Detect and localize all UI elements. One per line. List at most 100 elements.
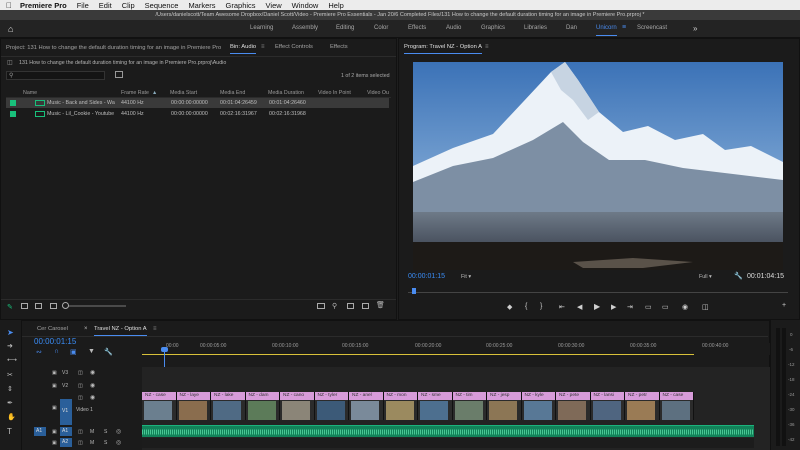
menu-app-name[interactable]: Premiere Pro (20, 1, 67, 10)
video-clip[interactable]: NZ - petr (625, 392, 660, 420)
video-clip[interactable]: NZ - tim (452, 392, 487, 420)
video-clip[interactable]: NZ - dam (245, 392, 280, 420)
tab-travel-nz[interactable]: Travel NZ - Option A (94, 326, 147, 336)
menu-graphics[interactable]: Graphics (226, 1, 256, 10)
track-a1-target[interactable]: A1 (60, 427, 72, 436)
workspace-unicorn[interactable]: Unicorn (596, 25, 617, 36)
mark-in-icon[interactable]: { (525, 303, 527, 310)
video-clip[interactable]: NZ - laye (176, 392, 211, 420)
sync-icon[interactable]: ◫ (78, 429, 83, 435)
type-tool-icon[interactable]: T (7, 427, 12, 436)
apple-icon[interactable]:  (6, 1, 14, 10)
col-video-out[interactable]: Video Ou (367, 90, 389, 96)
menu-sequence[interactable]: Sequence (145, 1, 179, 10)
go-to-in-icon[interactable]: ⇤ (559, 303, 565, 311)
sort-up-icon[interactable]: ▲ (152, 90, 157, 96)
mute-button[interactable]: M (90, 429, 94, 435)
lock-icon[interactable]: ▣ (52, 405, 57, 411)
new-item-icon[interactable] (362, 303, 369, 309)
solo-button[interactable]: S (104, 440, 107, 446)
video-clip[interactable]: NZ - jesp (487, 392, 522, 420)
wrench-icon[interactable]: 🔧 (104, 348, 113, 356)
video-clip[interactable]: NZ - pete (556, 392, 591, 420)
marker-add-icon[interactable]: ▼ (88, 348, 95, 355)
microphone-icon[interactable]: ◎ (116, 428, 121, 435)
video-clip[interactable]: NZ - sme (418, 392, 453, 420)
track-v2-label[interactable]: V2 (62, 383, 68, 389)
snap-icon[interactable]: ∾ (36, 348, 42, 356)
track-v3-label[interactable]: V3 (62, 370, 68, 376)
magnet-icon[interactable]: ∩ (54, 348, 59, 355)
work-area-bar[interactable] (142, 354, 694, 355)
source-a1-patch[interactable]: A1 (34, 427, 46, 436)
home-icon[interactable]: ⌂ (8, 24, 18, 34)
video-clip[interactable]: NZ - mon (383, 392, 418, 420)
workspace-effects[interactable]: Effects (408, 25, 426, 31)
col-media-end[interactable]: Media End (220, 90, 245, 96)
hand-icon[interactable]: ✋ (7, 413, 16, 421)
tab-bin-audio[interactable]: Bin: Audio (230, 44, 257, 54)
lock-icon[interactable]: ▣ (52, 440, 57, 446)
freeform-view-icon[interactable] (50, 303, 57, 309)
slip-icon[interactable]: ⇕ (7, 385, 13, 393)
workspace-screencast[interactable]: Screencast (637, 25, 667, 31)
video-clip[interactable]: NZ - case (142, 392, 177, 420)
razor-icon[interactable]: ✂ (7, 371, 13, 379)
solo-button[interactable]: S (104, 429, 107, 435)
program-video-frame[interactable] (413, 62, 783, 270)
menu-markers[interactable]: Markers (188, 1, 215, 10)
eye-icon[interactable]: ◉ (90, 382, 95, 389)
sync-icon[interactable]: ◫ (78, 383, 83, 389)
workspace-libraries[interactable]: Libraries (524, 25, 547, 31)
go-to-out-icon[interactable]: ⇥ (627, 303, 633, 311)
close-icon[interactable]: × (84, 326, 88, 332)
program-current-timecode[interactable]: 00:00:01:15 (408, 273, 445, 280)
new-bin-icon[interactable] (347, 303, 354, 309)
eye-icon[interactable]: ◉ (90, 394, 95, 401)
list-view-icon[interactable] (21, 303, 28, 309)
track-a2-target[interactable]: A2 (60, 438, 72, 447)
tab-menu-icon[interactable]: ≡ (153, 326, 157, 332)
quality-select[interactable]: Full ▾ (699, 274, 712, 280)
lock-icon[interactable]: ▣ (52, 370, 57, 376)
step-back-icon[interactable]: ◀ (577, 303, 582, 311)
mute-button[interactable]: M (90, 440, 94, 446)
bin-icon[interactable] (317, 303, 325, 309)
menu-help[interactable]: Help (328, 1, 343, 10)
step-forward-icon[interactable]: ▶ (611, 303, 616, 311)
playhead-handle-icon[interactable] (161, 347, 168, 352)
playhead-icon[interactable] (412, 288, 416, 294)
audio-track-a2[interactable] (142, 438, 754, 448)
col-video-in-point[interactable]: Video In Point (318, 90, 351, 96)
tab-effects[interactable]: Effects (330, 44, 348, 50)
zoom-slider[interactable] (62, 302, 126, 309)
video-clip[interactable]: NZ - lansi (590, 392, 625, 420)
program-scrub-bar[interactable] (408, 288, 788, 294)
menu-edit[interactable]: Edit (99, 1, 112, 10)
workspace-graphics[interactable]: Graphics (481, 25, 505, 31)
sync-icon[interactable]: ◫ (78, 370, 83, 376)
ripple-edit-icon[interactable]: ⟷ (7, 356, 17, 364)
marker-icon[interactable]: ◆ (507, 303, 512, 311)
workspace-assembly[interactable]: Assembly (292, 25, 318, 31)
audio-clip[interactable] (142, 425, 754, 437)
play-icon[interactable]: ▶ (594, 302, 600, 311)
wrench-icon[interactable]: 🔧 (734, 272, 743, 280)
sync-icon[interactable]: ◫ (78, 440, 83, 446)
search-icon[interactable]: ⚲ (332, 302, 337, 310)
pen-icon[interactable]: ✒ (7, 399, 13, 407)
mark-out-icon[interactable]: } (540, 303, 542, 310)
col-frame-rate[interactable]: Frame Rate (121, 90, 149, 96)
video-clip[interactable]: NZ - cano (280, 392, 315, 420)
sync-icon[interactable]: ◫ (78, 395, 83, 401)
search-input[interactable]: ⚲ (6, 71, 105, 80)
slider-handle[interactable] (62, 302, 69, 309)
comparison-icon[interactable]: ◫ (702, 303, 709, 311)
workspace-color[interactable]: Color (374, 25, 388, 31)
menu-view[interactable]: View (266, 1, 282, 10)
chevron-right-icon[interactable]: » (693, 24, 697, 33)
col-name[interactable]: Name (23, 90, 37, 96)
menu-window[interactable]: Window (292, 1, 319, 10)
linked-selection-icon[interactable]: ▣ (70, 348, 77, 356)
workspace-menu-icon[interactable]: ≡ (622, 24, 626, 31)
